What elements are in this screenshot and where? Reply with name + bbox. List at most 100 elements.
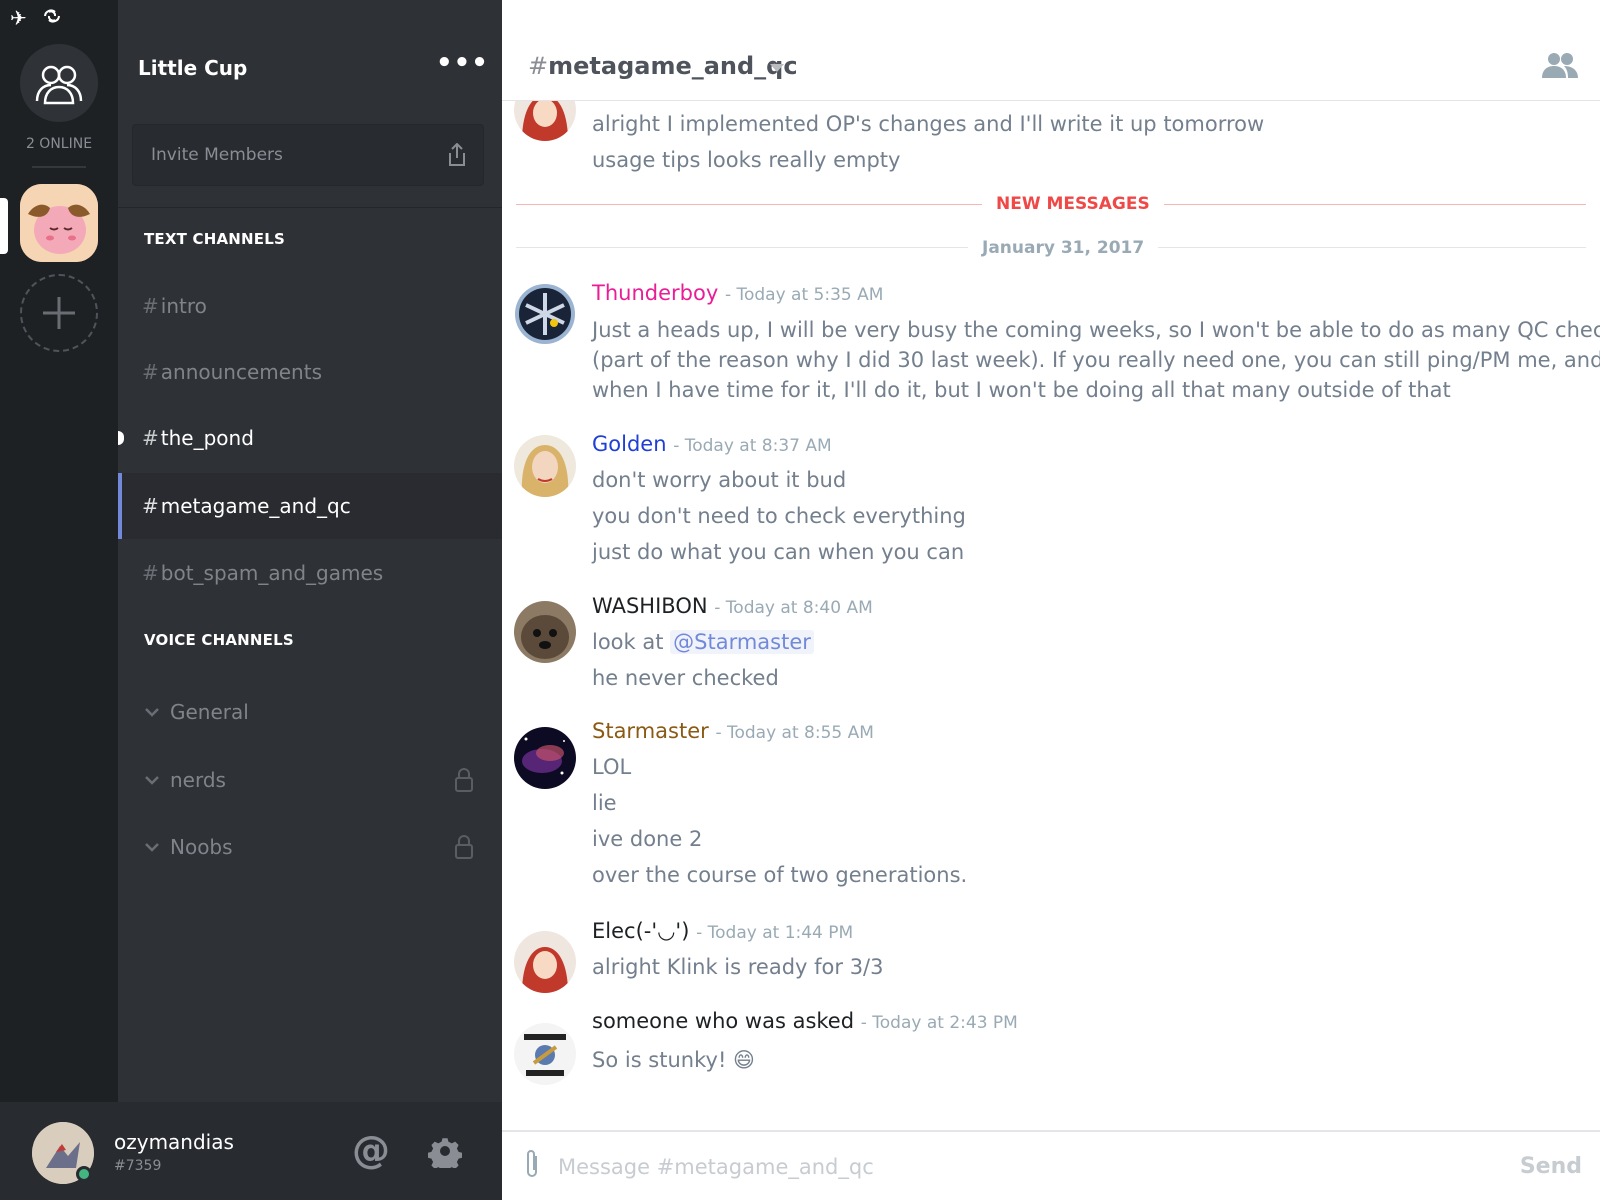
hash-icon: #: [142, 561, 159, 585]
text-channels-header[interactable]: TEXT CHANNELS: [144, 230, 285, 248]
hash-icon: #: [142, 360, 159, 384]
channel-metagame-and-qc[interactable]: # metagame_and_qc: [118, 473, 502, 539]
channel-intro[interactable]: # intro: [118, 273, 502, 339]
message-timestamp: - Today at 5:35 AM: [724, 285, 884, 305]
message-author[interactable]: Elec(-'◡') - Today at 1:44 PM: [592, 919, 853, 943]
author-name: WASHIBON: [592, 594, 708, 618]
red-hair-avatar-image: [514, 101, 576, 141]
date-label: January 31, 2017: [968, 238, 1159, 258]
washibon-avatar[interactable]: [514, 601, 576, 663]
send-button[interactable]: Send: [1520, 1154, 1582, 1179]
message-timestamp: - Today at 8:37 AM: [673, 436, 832, 456]
voice-channel-name: nerds: [170, 768, 226, 792]
chevron-down-icon: [144, 703, 160, 722]
golden-avatar-image: [514, 435, 576, 497]
message-author[interactable]: Thunderboy - Today at 5:35 AM: [592, 281, 883, 305]
channel-name: the_pond: [160, 426, 254, 450]
chat-pane: #metagame_and_qc alright I implemented O…: [502, 0, 1600, 1200]
hash-icon: #: [142, 426, 159, 450]
message-line: you don't need to check everything: [592, 504, 966, 528]
someone-avatar[interactable]: [514, 1023, 576, 1085]
member-list-button[interactable]: [1542, 52, 1578, 82]
message-text: look at: [592, 630, 671, 654]
message-line: LOL: [592, 755, 632, 779]
message-author[interactable]: WASHIBON - Today at 8:40 AM: [592, 594, 873, 618]
channel-announcements[interactable]: # announcements: [118, 339, 502, 405]
active-server-indicator: [0, 198, 8, 254]
new-messages-label: NEW MESSAGES: [982, 194, 1164, 214]
message-line: ive done 2: [592, 827, 703, 851]
message-line: lie: [592, 791, 617, 815]
channel-name: intro: [160, 294, 207, 318]
channel-bot-spam-and-games[interactable]: # bot_spam_and_games: [118, 540, 502, 606]
message-line: when I have time for it, I'll do it, but…: [592, 378, 1451, 402]
voice-channel-general[interactable]: General: [118, 679, 502, 745]
sync-icon: [41, 6, 63, 31]
channel-title-text: metagame_and_qc: [548, 52, 798, 80]
voice-channels-header[interactable]: VOICE CHANNELS: [144, 631, 294, 649]
message-list[interactable]: alright I implemented OP's changes and I…: [502, 101, 1600, 1129]
lock-icon: [454, 834, 474, 865]
system-status-icons: ✈: [10, 6, 63, 31]
chevron-down-icon: [144, 771, 160, 790]
voice-channel-noobs[interactable]: Noobs: [118, 814, 502, 880]
message-line: So is stunky! 😄: [592, 1048, 755, 1072]
message-timestamp: - Today at 8:40 AM: [714, 598, 873, 618]
author-name: someone who was asked: [592, 1009, 855, 1033]
author-name: Thunderboy: [592, 281, 719, 305]
message-line: over the course of two generations.: [592, 863, 968, 887]
plus-icon: [43, 297, 75, 329]
message-line: he never checked: [592, 666, 779, 690]
settings-button[interactable]: [428, 1134, 462, 1173]
elec-avatar[interactable]: [514, 931, 576, 993]
caret-down-icon[interactable]: [770, 64, 784, 72]
hash-symbol: #: [528, 52, 549, 80]
message-author[interactable]: someone who was asked - Today at 2:43 PM: [592, 1009, 1018, 1033]
airplane-mode-icon: ✈: [10, 6, 27, 30]
invite-members-button[interactable]: Invite Members: [132, 124, 484, 186]
chat-header: #metagame_and_qc: [502, 0, 1600, 101]
rail-divider: [32, 166, 86, 168]
lock-icon: [454, 767, 474, 798]
message-timestamp: - Today at 2:43 PM: [860, 1013, 1018, 1033]
server-icon-little-cup[interactable]: [20, 184, 98, 262]
gear-icon: [428, 1138, 462, 1173]
unread-indicator: [118, 431, 124, 445]
mentions-button[interactable]: @: [352, 1128, 390, 1172]
praise-avatar-image: [514, 1023, 576, 1085]
friends-icon: [35, 65, 83, 105]
message-timestamp: - Today at 1:44 PM: [696, 923, 854, 943]
thunderboy-avatar[interactable]: [514, 283, 576, 345]
dog-avatar-image: [514, 601, 576, 663]
red-hair-avatar-image: [514, 931, 576, 993]
direct-messages-button[interactable]: [20, 44, 98, 122]
add-server-button[interactable]: [20, 274, 98, 352]
user-mention[interactable]: @Starmaster: [670, 630, 814, 654]
paperclip-icon[interactable]: [522, 1148, 542, 1186]
message-input[interactable]: [558, 1150, 1458, 1184]
channel-sidebar: Little Cup ••• Invite Members TEXT CHANN…: [118, 0, 502, 1200]
message-author[interactable]: Golden - Today at 8:37 AM: [592, 432, 832, 456]
nebula-avatar-image: [514, 727, 576, 789]
members-icon: [1542, 53, 1578, 78]
server-menu-button[interactable]: •••: [436, 48, 489, 78]
server-rail: ✈ 2 ONLINE: [0, 0, 118, 1200]
elec-avatar[interactable]: [514, 101, 576, 141]
online-status-indicator: [76, 1166, 92, 1182]
starmaster-avatar[interactable]: [514, 727, 576, 789]
message-line: usage tips looks really empty: [592, 148, 901, 172]
server-name[interactable]: Little Cup: [138, 56, 247, 80]
user-discriminator: #7359: [114, 1158, 162, 1174]
channel-name: bot_spam_and_games: [160, 561, 384, 585]
channel-the-pond[interactable]: # the_pond: [118, 405, 502, 471]
message-line: don't worry about it bud: [592, 468, 847, 492]
author-name: Golden: [592, 432, 667, 456]
voice-channel-name: Noobs: [170, 835, 233, 859]
message-line: (part of the reason why I did 30 last we…: [592, 348, 1600, 372]
message-author[interactable]: Starmaster - Today at 8:55 AM: [592, 719, 874, 743]
voice-channel-nerds[interactable]: nerds: [118, 747, 502, 813]
online-count: 2 ONLINE: [25, 136, 93, 152]
channel-title[interactable]: #metagame_and_qc: [528, 52, 798, 80]
golden-avatar[interactable]: [514, 435, 576, 497]
message-line: look at @Starmaster: [592, 630, 814, 654]
